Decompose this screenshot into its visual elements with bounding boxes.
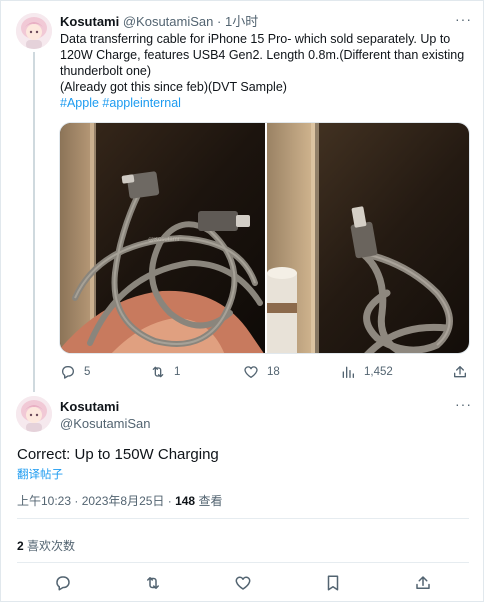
author-handle[interactable]: @KosutamiSan	[123, 14, 214, 29]
svg-text:@Kosutami: @Kosutami	[148, 237, 179, 243]
reply-button[interactable]	[54, 573, 72, 593]
more-icon[interactable]: ···	[455, 11, 472, 27]
avatar[interactable]	[16, 13, 52, 49]
reply-text: Correct: Up to 150W Charging	[17, 446, 219, 463]
reply-count: 5	[84, 366, 91, 378]
reply-button[interactable]: 5	[60, 362, 90, 382]
reply-actions	[17, 573, 469, 593]
reply-icon	[62, 366, 74, 379]
thread-line	[33, 52, 35, 392]
share-icon	[454, 366, 466, 378]
tweet-header: Kosutami @KosutamiSan · 1小时	[60, 13, 258, 30]
media-grid: @Kosutami	[59, 122, 470, 354]
separator: ·	[217, 14, 222, 29]
tweet[interactable]: Kosutami @KosutamiSan · 1小时 ··· Data tra…	[0, 0, 484, 392]
tweet-text-line: (Already got this since feb)(DVT Sample)	[60, 80, 287, 94]
like-stats[interactable]: 2 喜欢次数	[17, 537, 75, 554]
views-icon	[342, 366, 354, 378]
hashtag-appleinternal[interactable]: #appleinternal	[102, 96, 181, 110]
photo-cable-2[interactable]	[267, 123, 469, 353]
share-button[interactable]	[414, 573, 432, 593]
hashtag-apple[interactable]: #Apple	[60, 96, 99, 110]
timestamp-relative[interactable]: 1小时	[225, 14, 258, 29]
like-label: 喜欢次数	[23, 539, 76, 553]
tweet-text: Data transferring cable for iPhone 15 Pr…	[60, 31, 470, 111]
view-label: 查看	[195, 494, 223, 508]
retweet-button[interactable]	[144, 573, 162, 593]
like-button[interactable]	[234, 573, 252, 593]
reply-header: Kosutami @KosutamiSan	[60, 398, 151, 432]
divider	[17, 518, 469, 519]
author-name[interactable]: Kosutami	[60, 14, 119, 29]
retweet-count: 1	[174, 366, 181, 378]
like-button[interactable]: 18	[243, 362, 280, 382]
tweet-text-line: thunderbolt one)	[60, 64, 152, 78]
like-count: 18	[267, 366, 280, 378]
photo-cable-1[interactable]: @Kosutami	[60, 123, 265, 353]
timestamp[interactable]: 上午10:23 · 2023年8月25日 ·	[17, 494, 175, 508]
bookmark-icon	[327, 575, 339, 591]
author-handle[interactable]: @KosutamiSan	[60, 415, 151, 432]
like-icon	[244, 366, 258, 378]
like-icon	[235, 576, 251, 590]
view-count: 1,452	[364, 366, 393, 378]
translate-link[interactable]: 翻译帖子	[17, 466, 63, 482]
retweet-icon	[152, 366, 164, 378]
tweet-actions: 5 1 18 1,452	[60, 362, 470, 382]
view-count: 148	[175, 494, 196, 508]
more-icon[interactable]: ···	[455, 396, 472, 412]
retweet-button[interactable]: 1	[150, 362, 180, 382]
reply-icon	[56, 576, 70, 591]
bookmark-button[interactable]	[324, 573, 342, 593]
views-button[interactable]: 1,452	[340, 362, 393, 382]
like-count: 2	[17, 539, 24, 553]
tweet-text-line: Data transferring cable for iPhone 15 Pr…	[60, 32, 451, 46]
tweet-meta: 上午10:23 · 2023年8月25日 · 148 查看	[17, 492, 222, 509]
tweet-text-line: 120W Charge, features USB4 Gen2. Length …	[60, 48, 465, 62]
retweet-icon	[147, 577, 159, 589]
avatar[interactable]	[16, 396, 52, 432]
author-name[interactable]: Kosutami	[60, 399, 119, 414]
divider	[17, 562, 469, 563]
share-button[interactable]	[452, 362, 468, 382]
share-icon	[416, 576, 430, 589]
